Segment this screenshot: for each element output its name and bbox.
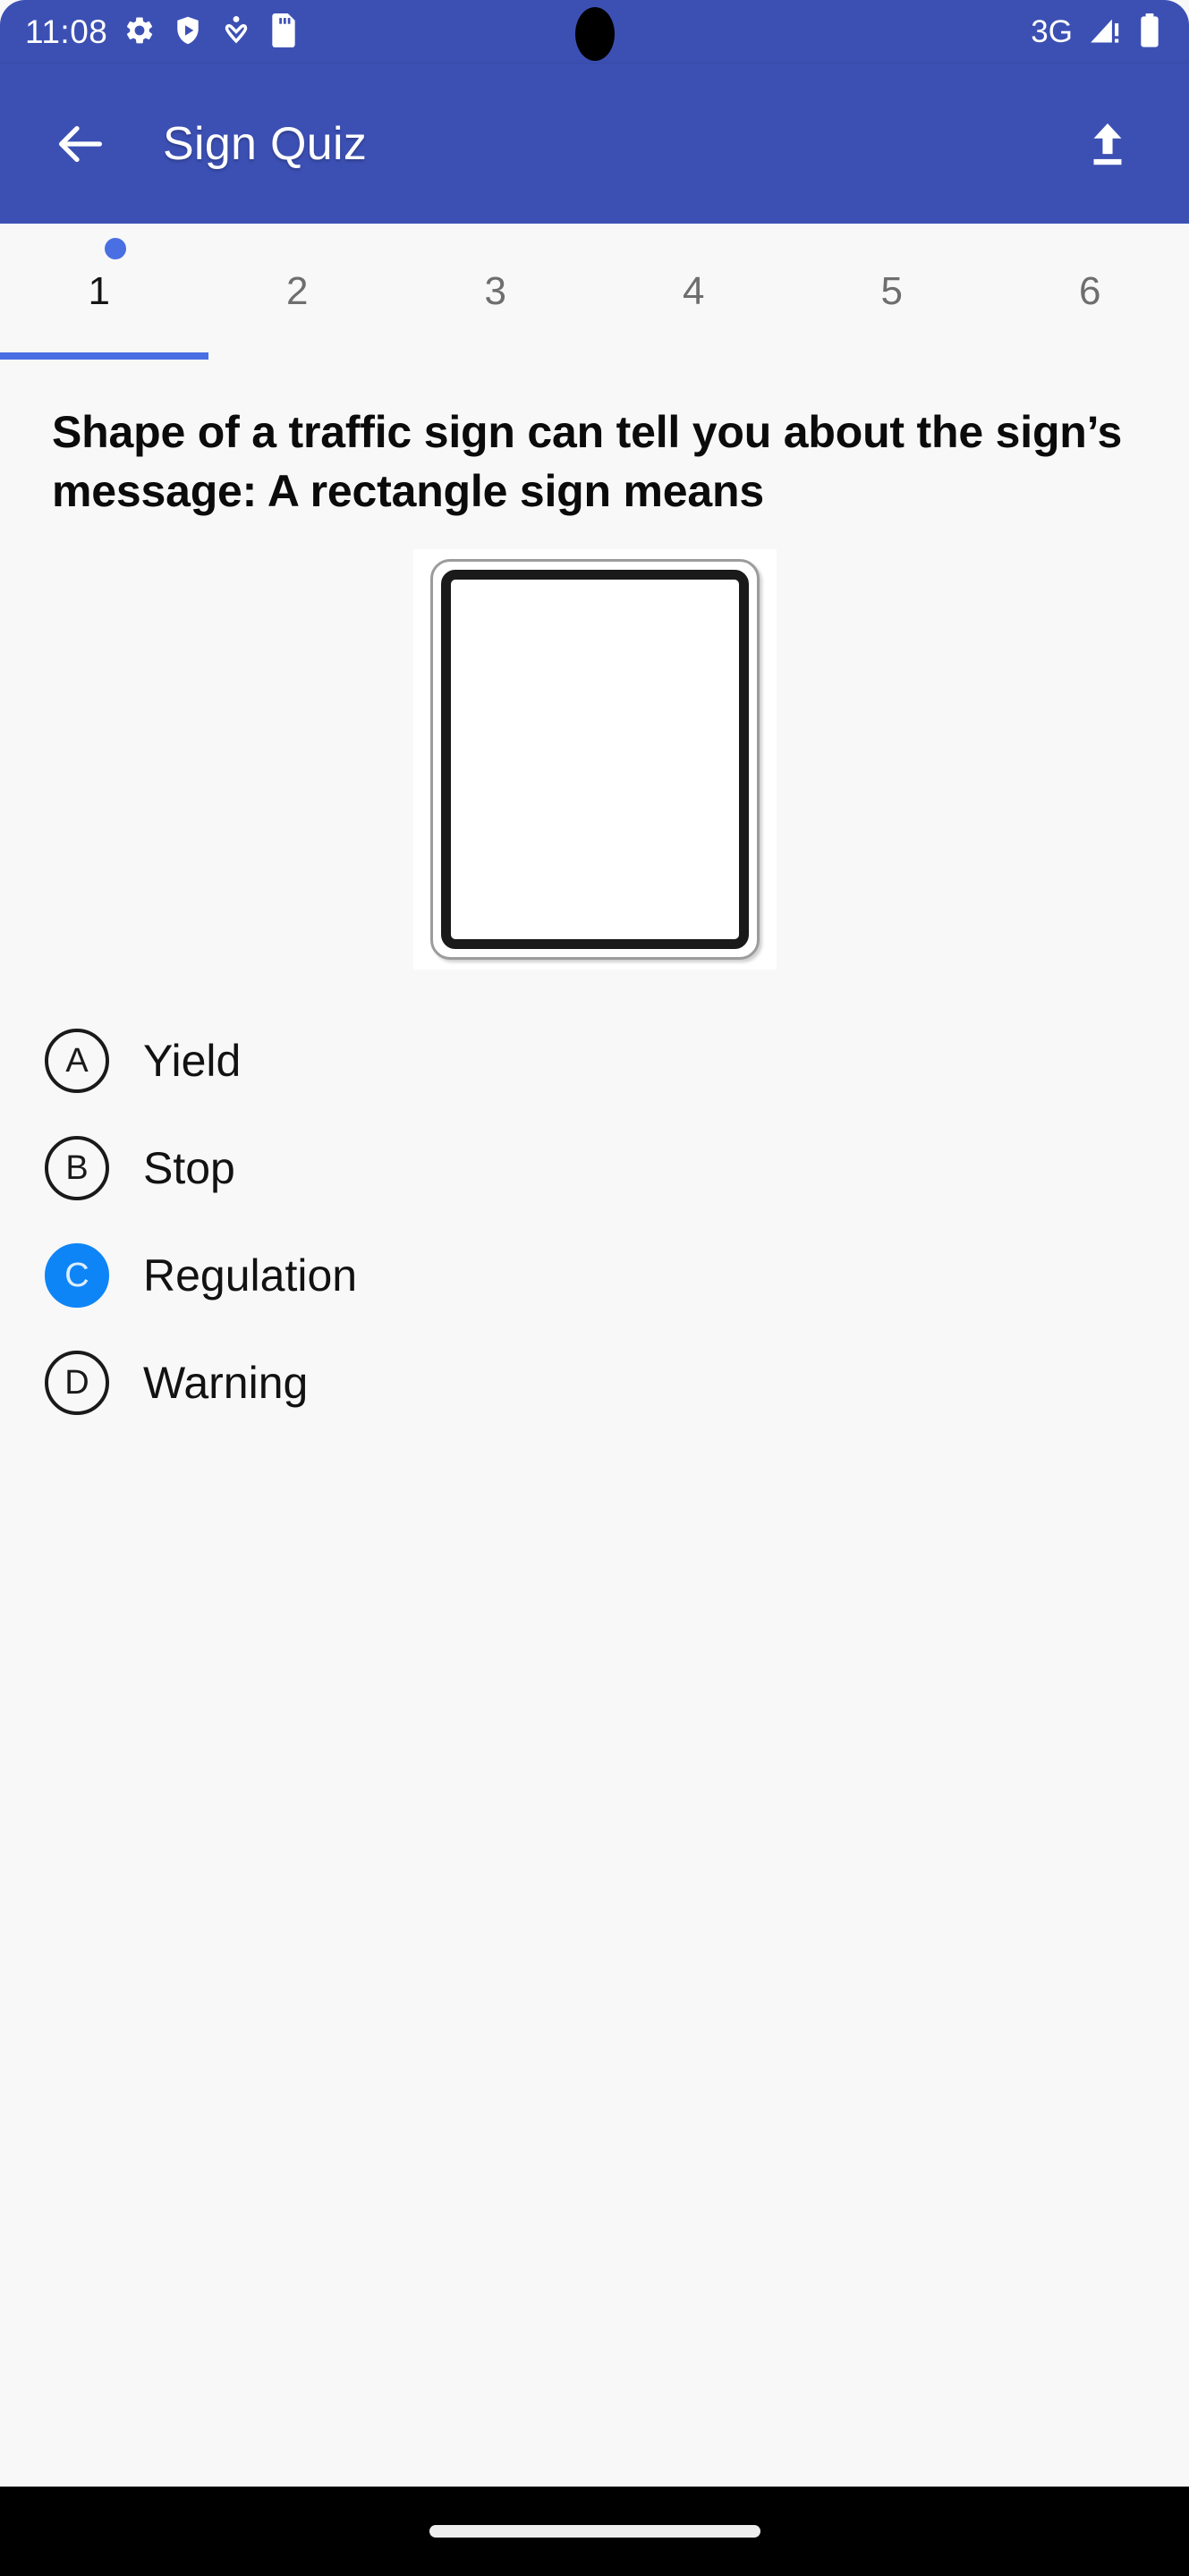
page-title: Sign Quiz <box>163 118 368 170</box>
question-text: Shape of a traffic sign can tell you abo… <box>52 407 1123 516</box>
answer-option-b[interactable]: B Stop <box>0 1114 1189 1222</box>
option-badge-d: D <box>45 1351 109 1415</box>
upload-icon[interactable] <box>1080 116 1135 172</box>
option-badge-c-selected: C <box>45 1243 109 1308</box>
app-bar: Sign Quiz <box>0 64 1189 224</box>
tab-question-6[interactable]: 6 <box>991 224 1189 360</box>
tab-question-2[interactable]: 2 <box>199 224 397 360</box>
question-tab-bar[interactable]: 1 2 3 4 5 6 <box>0 224 1189 360</box>
tab-label: 1 <box>88 269 110 313</box>
tab-question-4[interactable]: 4 <box>595 224 794 360</box>
tab-question-1[interactable]: 1 <box>0 224 208 360</box>
option-label-d: Warning <box>143 1358 309 1408</box>
system-navigation-bar <box>0 2487 1189 2576</box>
status-bar-left-group: 11:08 <box>0 13 299 52</box>
current-question-dot-icon <box>104 238 126 259</box>
sign-inner-border <box>440 570 749 949</box>
accessibility-person-icon <box>220 14 252 51</box>
sign-outer-border <box>429 559 760 960</box>
option-badge-b: B <box>45 1136 109 1200</box>
answer-option-d[interactable]: D Warning <box>0 1329 1189 1436</box>
sd-card-icon <box>268 13 299 52</box>
status-bar: 11:08 3G <box>0 0 1189 64</box>
answer-option-a[interactable]: A Yield <box>0 1007 1189 1114</box>
tab-label: 2 <box>286 269 309 313</box>
settings-gear-icon <box>123 14 156 51</box>
tab-active-indicator <box>0 352 208 360</box>
answer-option-c[interactable]: C Regulation <box>0 1222 1189 1329</box>
camera-cutout <box>574 7 615 61</box>
signal-warning-icon <box>1087 13 1123 52</box>
tab-question-3[interactable]: 3 <box>396 224 595 360</box>
option-badge-a: A <box>45 1029 109 1093</box>
option-label-b: Stop <box>143 1143 235 1193</box>
tab-label: 5 <box>880 269 903 313</box>
status-bar-clock: 11:08 <box>25 13 108 50</box>
question-image-container <box>0 549 1189 970</box>
option-label-a: Yield <box>143 1036 242 1086</box>
play-protect-shield-icon <box>172 14 204 51</box>
back-arrow-icon[interactable] <box>52 115 109 173</box>
answer-options-list[interactable]: A Yield B Stop C Regulation D Warning <box>0 1007 1189 1436</box>
gesture-home-handle[interactable] <box>429 2525 760 2538</box>
tab-label: 3 <box>484 269 506 313</box>
option-label-c: Regulation <box>143 1250 358 1301</box>
network-type-label: 3G <box>1031 14 1073 49</box>
rectangle-traffic-sign-image <box>412 549 777 970</box>
status-bar-right-group: 3G <box>1031 13 1189 53</box>
tab-label: 4 <box>683 269 705 313</box>
phone-screen: 11:08 3G Sign Quiz 1 2 3 4 5 6 Shape of … <box>0 0 1189 2576</box>
tab-question-5[interactable]: 5 <box>793 224 991 360</box>
tab-label: 6 <box>1079 269 1101 313</box>
question-content: Shape of a traffic sign can tell you abo… <box>0 360 1189 2487</box>
battery-full-icon <box>1137 13 1162 53</box>
